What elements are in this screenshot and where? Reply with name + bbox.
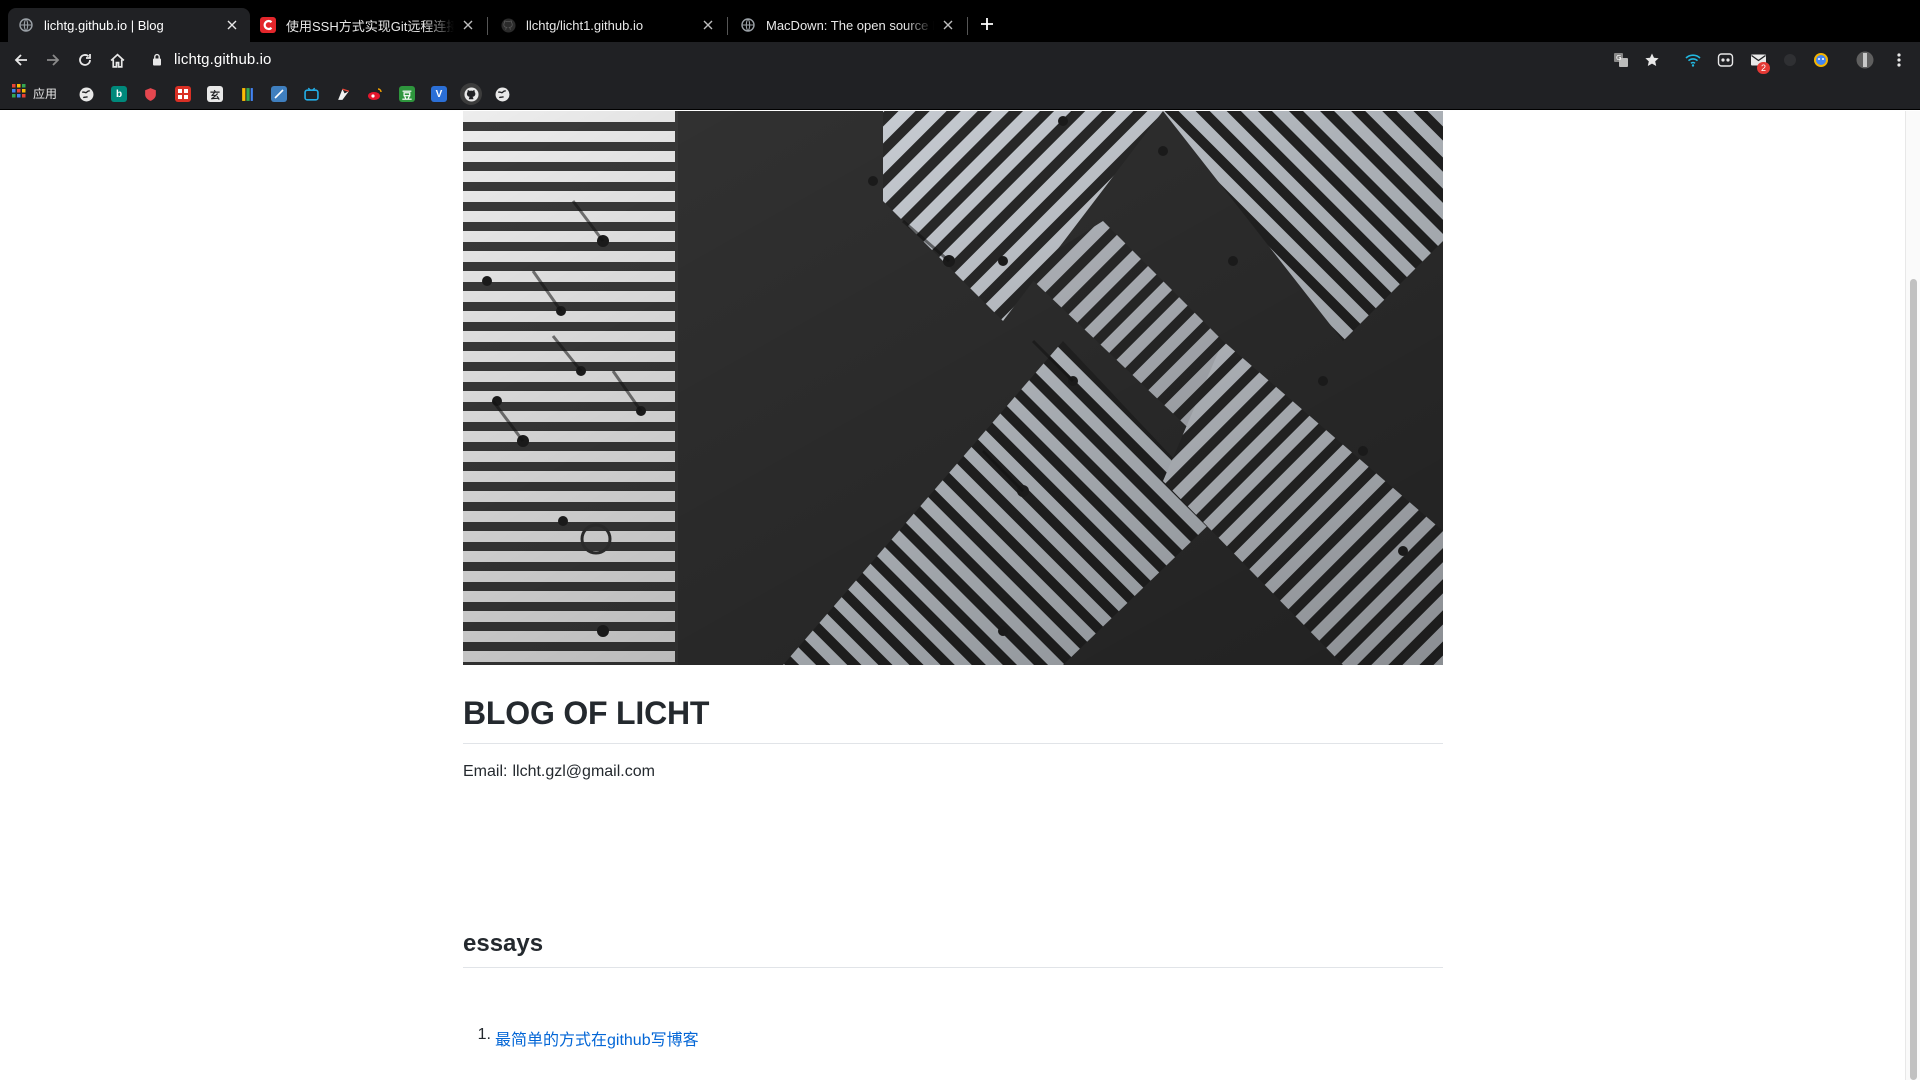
reload-icon[interactable] bbox=[73, 48, 97, 72]
grid-icon[interactable] bbox=[175, 86, 191, 102]
apps-grid-icon bbox=[12, 84, 26, 103]
bilibili-icon[interactable] bbox=[303, 86, 319, 102]
tab-title: llchtg/licht1.github.io bbox=[526, 17, 644, 33]
lock-icon bbox=[152, 53, 162, 71]
globe-icon[interactable] bbox=[78, 86, 94, 102]
profile-icon[interactable] bbox=[1854, 49, 1876, 71]
tab-title: MacDown: The open source Markdown editor bbox=[766, 17, 934, 33]
list-item: 1. 最简单的方式在github写博客 bbox=[463, 1026, 699, 1050]
douban-icon[interactable]: 豆 bbox=[399, 86, 415, 102]
tab-title: 使用SSH方式实现Git远程连接GitHub bbox=[286, 18, 454, 34]
scrollbar-thumb[interactable] bbox=[1910, 279, 1917, 1080]
ext-icon[interactable] bbox=[239, 86, 255, 102]
tab-macdown[interactable]: MacDown: The open source Markdown editor bbox=[730, 8, 966, 42]
check-icon[interactable] bbox=[271, 86, 287, 102]
close-icon[interactable] bbox=[700, 17, 716, 33]
github-icon[interactable] bbox=[460, 83, 482, 105]
tab-csdn[interactable]: 使用SSH方式实现Git远程连接GitHub bbox=[250, 8, 486, 42]
email-value: llcht.gzl@gmail.com bbox=[512, 763, 655, 780]
browser-toolbar: lichtg.github.io G 2 bbox=[0, 42, 1920, 78]
ext-avatar-icon[interactable] bbox=[1810, 49, 1832, 71]
tab-separator bbox=[727, 17, 728, 35]
mail-badge: 2 bbox=[1757, 62, 1770, 74]
divider bbox=[463, 743, 1443, 744]
ext-icon[interactable] bbox=[1779, 49, 1801, 71]
ext-robot-icon[interactable] bbox=[1714, 49, 1736, 71]
translate-icon[interactable]: G bbox=[1610, 49, 1632, 71]
scrollbar[interactable] bbox=[1905, 111, 1920, 1080]
globe-icon bbox=[18, 17, 34, 33]
tab-strip: lichtg.github.io | Blog 使用SSH方式实现Git远程连接… bbox=[0, 0, 1920, 42]
wifi-icon[interactable] bbox=[1682, 49, 1704, 71]
page-viewport: BLOG OF LICHT Email: llcht.gzl@gmail.com … bbox=[0, 111, 1920, 1080]
bookmarks-bar: 应用 b 玄 豆 V bbox=[0, 78, 1920, 110]
close-icon[interactable] bbox=[460, 17, 476, 33]
email-line: Email: llcht.gzl@gmail.com bbox=[463, 763, 655, 781]
address-bar[interactable]: lichtg.github.io bbox=[174, 51, 272, 68]
tab-title: lichtg.github.io | Blog bbox=[44, 17, 164, 33]
weibo-icon[interactable] bbox=[367, 86, 383, 102]
shield-icon[interactable] bbox=[142, 86, 158, 102]
tab-separator bbox=[487, 17, 488, 35]
essay-link[interactable]: 最简单的方式在github写博客 bbox=[495, 1026, 699, 1050]
bookmark-star-icon[interactable] bbox=[1641, 49, 1663, 71]
section-title-essays: essays bbox=[463, 930, 544, 957]
ext-icon[interactable]: 玄 bbox=[207, 86, 223, 102]
page-title: BLOG OF LICHT bbox=[463, 695, 710, 731]
close-icon[interactable] bbox=[224, 17, 240, 33]
close-icon[interactable] bbox=[940, 17, 956, 33]
back-icon[interactable] bbox=[9, 48, 33, 72]
list-number: 1. bbox=[477, 1026, 491, 1043]
github-icon bbox=[500, 17, 516, 33]
ext-icon[interactable] bbox=[335, 86, 351, 102]
globe-icon[interactable] bbox=[494, 86, 510, 102]
csdn-icon bbox=[260, 17, 276, 33]
tab-github-repo[interactable]: llchtg/licht1.github.io bbox=[490, 8, 726, 42]
menu-icon[interactable] bbox=[1888, 49, 1910, 71]
apps-label: 应用 bbox=[33, 87, 58, 101]
forward-icon[interactable] bbox=[41, 48, 65, 72]
bing-icon[interactable]: b bbox=[111, 86, 127, 102]
email-label: Email: bbox=[463, 763, 508, 780]
divider bbox=[463, 967, 1443, 968]
plus-icon[interactable] bbox=[976, 13, 998, 35]
essay-list: 1. 最简单的方式在github写博客 bbox=[463, 1026, 699, 1050]
tab-blog[interactable]: lichtg.github.io | Blog bbox=[8, 8, 250, 42]
svg-text:G: G bbox=[1616, 54, 1621, 62]
globe-icon bbox=[740, 17, 756, 33]
tab-separator bbox=[967, 17, 968, 35]
v-icon[interactable]: V bbox=[431, 86, 447, 102]
home-icon[interactable] bbox=[105, 48, 129, 72]
hero-image bbox=[463, 111, 1443, 665]
apps-shortcut[interactable]: 应用 bbox=[12, 84, 57, 103]
